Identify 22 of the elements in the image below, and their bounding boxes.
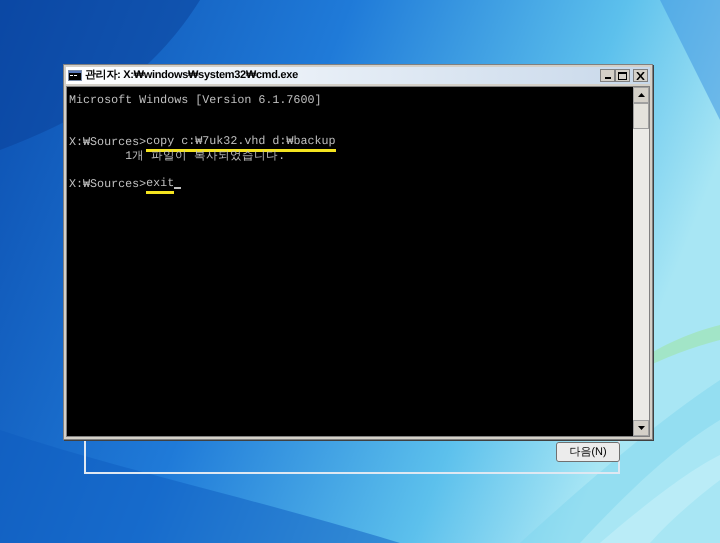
minimize-button[interactable] [600, 69, 615, 82]
console-output: 1개 파일이 복사되었습니다. [124, 149, 286, 163]
typed-command: exit [146, 177, 174, 194]
minimize-icon [604, 77, 610, 79]
console-icon [68, 70, 82, 81]
text-cursor [174, 187, 182, 189]
close-icon [636, 72, 645, 80]
next-button[interactable]: 다음(N) [556, 442, 620, 462]
maximize-button[interactable] [615, 69, 630, 82]
typed-command: copy c:₩7uk32.vhd d:₩backup [146, 135, 336, 152]
command-prompt: X:₩Sources> [69, 135, 146, 149]
scrollbar[interactable] [633, 87, 649, 436]
command-prompt: X:₩Sources> [69, 177, 146, 191]
up-arrow-icon [638, 93, 644, 97]
scroll-up-button[interactable] [633, 87, 649, 103]
close-button[interactable] [633, 69, 648, 82]
maximize-icon [618, 72, 627, 80]
console-output: Microsoft Windows [Version 6.1.7600] [69, 93, 322, 107]
window-title: 관리자: X:₩windows₩system32₩cmd.exe [85, 68, 298, 84]
scroll-thumb[interactable] [633, 103, 649, 129]
scroll-down-button[interactable] [633, 420, 649, 436]
down-arrow-icon [638, 426, 644, 430]
